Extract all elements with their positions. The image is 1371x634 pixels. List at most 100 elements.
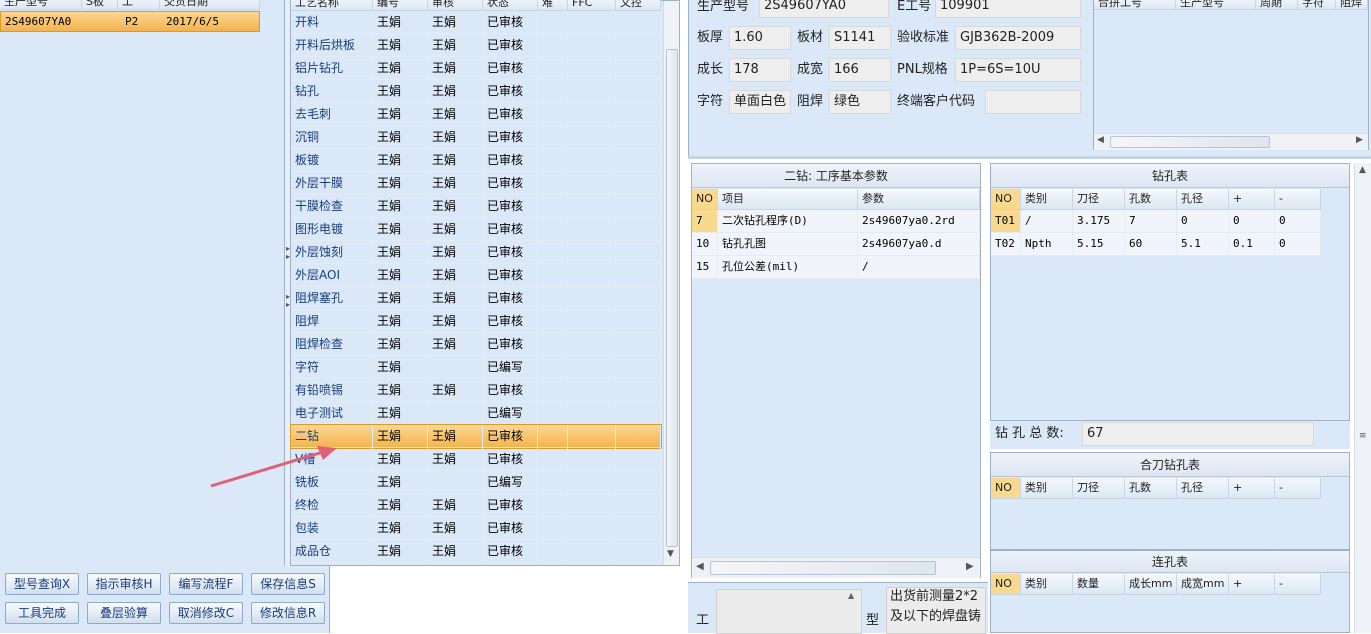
scroll-down-icon[interactable]: ▼: [667, 549, 674, 559]
table-col-header[interactable]: 孔数: [1125, 189, 1177, 210]
standard-field[interactable]: GJB362B-2009: [955, 26, 1081, 50]
table-row[interactable]: T01/3.175 7 0 0 0: [991, 210, 1321, 233]
process-row[interactable]: 去毛刺 王娟 王娟 已审核: [291, 103, 661, 126]
process-row[interactable]: 外层干膜 王娟 王娟 已审核: [291, 172, 661, 195]
process-row[interactable]: 电子测试 王娟 已编写: [291, 402, 661, 425]
stackup-check-button[interactable]: 叠层验算: [87, 602, 161, 624]
process-row[interactable]: 成品仓 王娟 王娟 已审核: [291, 540, 661, 563]
process-col-header[interactable]: FFC: [568, 0, 616, 11]
process-scroll-thumb[interactable]: [666, 49, 678, 547]
right-scrollbar[interactable]: ▲ ≡: [1354, 163, 1371, 633]
process-row[interactable]: 阻焊检查 王娟 王娟 已审核: [291, 333, 661, 356]
table-col-header[interactable]: 类别: [1021, 189, 1073, 210]
customer-field[interactable]: [985, 90, 1081, 114]
process-row[interactable]: 板镀 王娟 王娟 已审核: [291, 149, 661, 172]
note-textarea[interactable]: 出货前测量2*2 及以下的焊盘铸: [886, 587, 986, 634]
scroll-up-icon[interactable]: ▲: [848, 591, 854, 600]
table-col-header[interactable]: +: [1229, 189, 1275, 210]
combined-hscroll-thumb[interactable]: [1110, 136, 1270, 148]
table-row[interactable]: 15 孔位公差(mil) /: [692, 256, 980, 279]
table-col-header[interactable]: 孔径: [1177, 478, 1229, 499]
process-scrollbar[interactable]: ▼: [663, 1, 679, 565]
table-col-header[interactable]: 类别: [1021, 574, 1073, 595]
process-col-header[interactable]: 状态: [483, 0, 538, 11]
drill-total-field[interactable]: 67: [1082, 422, 1314, 446]
process-col-header[interactable]: 审核: [428, 0, 483, 11]
process-row[interactable]: 外层蚀刻 王娟 王娟 已审核: [291, 241, 661, 264]
combined-col-header[interactable]: 生产型号: [1176, 0, 1256, 10]
process-col-header[interactable]: 难: [538, 0, 568, 11]
table-col-header[interactable]: -: [1275, 189, 1321, 210]
width-field[interactable]: 166: [829, 58, 891, 82]
params-hscrollbar[interactable]: ◀ ▶: [692, 557, 980, 578]
order-row[interactable]: 2S49607YA0 P2 2017/6/5: [0, 11, 260, 32]
scroll-right-icon[interactable]: ▶: [1356, 135, 1363, 145]
length-field[interactable]: 178: [729, 58, 791, 82]
process-row[interactable]: 阻焊塞孔 王娟 王娟 已审核: [291, 287, 661, 310]
table-col-header[interactable]: 数量: [1073, 574, 1125, 595]
table-col-header[interactable]: 孔数: [1125, 478, 1177, 499]
model-query-button[interactable]: 型号查询X: [5, 573, 79, 595]
process-col-header[interactable]: 文控: [616, 0, 661, 11]
table-col-header[interactable]: NO: [991, 478, 1021, 499]
process-row[interactable]: 铝片钻孔 王娟 王娟 已审核: [291, 57, 661, 80]
table-col-header[interactable]: +: [1229, 478, 1275, 499]
eno-field[interactable]: 109901: [935, 0, 1081, 18]
process-row[interactable]: 有铅喷锡 王娟 王娟 已审核: [291, 379, 661, 402]
table-col-header[interactable]: 刀径: [1073, 478, 1125, 499]
combined-col-header[interactable]: 阻焊: [1336, 0, 1368, 10]
order-col-model[interactable]: 生产型号: [0, 0, 82, 10]
tool-complete-button[interactable]: 工具完成: [5, 602, 79, 624]
table-col-header[interactable]: 参数: [858, 189, 980, 210]
process-row[interactable]: 开料 王娟 王娟 已审核: [291, 11, 661, 34]
scroll-up-icon[interactable]: ▲: [1359, 165, 1366, 175]
model-field[interactable]: 2S49607YA0: [759, 0, 889, 18]
process-row[interactable]: 包装 王娟 王娟 已审核: [291, 517, 661, 540]
process-col-header[interactable]: 工艺名称: [291, 0, 373, 11]
work-textarea[interactable]: [716, 589, 862, 634]
table-col-header[interactable]: 成宽mm: [1177, 574, 1229, 595]
params-hscroll-thumb[interactable]: [710, 561, 936, 575]
table-row[interactable]: 7 二次钻孔程序(D) 2s49607ya0.2rd: [692, 210, 980, 233]
scroll-left-icon[interactable]: ◀: [1097, 135, 1104, 145]
table-col-header[interactable]: +: [1229, 574, 1275, 595]
scroll-left-icon[interactable]: ◀: [696, 561, 704, 572]
process-row[interactable]: 钻孔 王娟 王娟 已审核: [291, 80, 661, 103]
process-row[interactable]: V槽 王娟 王娟 已审核: [291, 448, 661, 471]
edit-info-button[interactable]: 修改信息R: [251, 602, 325, 624]
process-row[interactable]: 阻焊 王娟 王娟 已审核: [291, 310, 661, 333]
process-row[interactable]: 终检 王娟 王娟 已审核: [291, 494, 661, 517]
scroll-right-icon[interactable]: ▶: [966, 561, 974, 572]
process-row[interactable]: 开料后烘板 王娟 王娟 已审核: [291, 34, 661, 57]
process-row[interactable]: 干膜检查 王娟 王娟 已审核: [291, 195, 661, 218]
table-col-header[interactable]: 成长mm: [1125, 574, 1177, 595]
process-row[interactable]: 字符 王娟 已编写: [291, 356, 661, 379]
process-row[interactable]: 沉铜 王娟 王娟 已审核: [291, 126, 661, 149]
process-row[interactable]: 图形电镀 王娟 王娟 已审核: [291, 218, 661, 241]
table-col-header[interactable]: NO: [991, 574, 1021, 595]
mask-field[interactable]: 绿色: [829, 90, 891, 114]
combined-col-header[interactable]: 合拼工号: [1094, 0, 1176, 10]
order-col-board[interactable]: S板: [82, 0, 118, 10]
cancel-edit-button[interactable]: 取消修改C: [169, 602, 243, 624]
thickness-field[interactable]: 1.60: [729, 26, 791, 50]
review-button[interactable]: 指示审核H: [87, 573, 161, 595]
table-col-header[interactable]: 项目: [718, 189, 858, 210]
table-col-header[interactable]: 类别: [1021, 478, 1073, 499]
write-flow-button[interactable]: 编写流程F: [169, 573, 243, 595]
char-field[interactable]: 单面白色: [729, 90, 791, 114]
table-col-header[interactable]: -: [1275, 478, 1321, 499]
table-row[interactable]: T02 Npth 5.15 60 5.1 0.1 0: [991, 233, 1321, 256]
table-col-header[interactable]: 孔径: [1177, 189, 1229, 210]
order-col-date[interactable]: 交货日期: [160, 0, 260, 10]
order-col-code[interactable]: 工: [118, 0, 160, 10]
material-field[interactable]: S1141: [829, 26, 891, 50]
combined-col-header[interactable]: 周期: [1256, 0, 1298, 10]
save-info-button[interactable]: 保存信息S: [251, 573, 325, 595]
table-col-header[interactable]: NO: [991, 189, 1021, 210]
process-col-header[interactable]: 编号: [373, 0, 428, 11]
process-row[interactable]: 外层AOI 王娟 王娟 已审核: [291, 264, 661, 287]
table-col-header[interactable]: -: [1275, 574, 1321, 595]
pnl-field[interactable]: 1P=6S=10U: [955, 58, 1081, 82]
combined-col-header[interactable]: 字符: [1298, 0, 1336, 10]
